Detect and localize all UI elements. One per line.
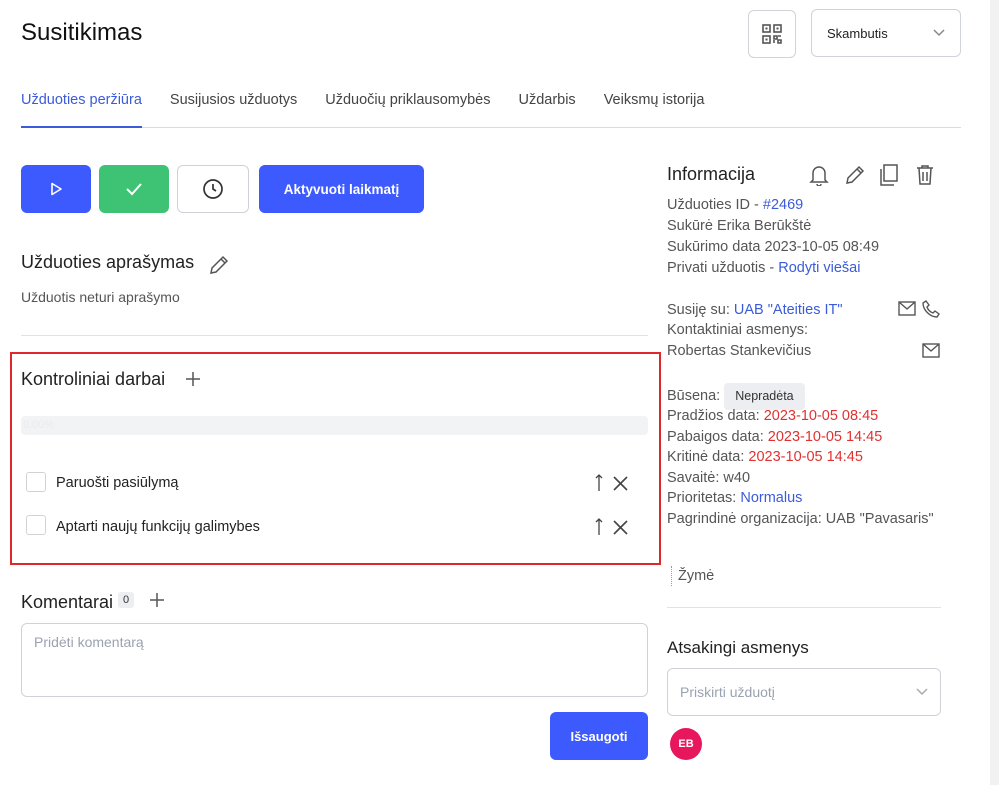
start-date-label: Pradžios data: [667,408,764,424]
plus-icon [184,370,202,388]
checklist-progress-text: 0.00% [23,419,55,431]
section-divider [21,335,648,336]
activate-timer-button[interactable]: Aktyvuoti laikmatį [259,165,424,213]
save-comment-button[interactable]: Išsaugoti [550,712,648,760]
trash-icon[interactable] [915,164,935,186]
priority-label: Prioritetas: [667,490,741,506]
add-comment-button[interactable] [148,591,166,609]
private-task-label: Privati užduotis - [667,260,779,276]
end-date-value: 2023-10-05 14:45 [767,429,883,445]
chevron-down-icon [916,688,928,696]
tab-task-dependencies[interactable]: Užduočių priklausomybės [325,92,490,128]
tag-input[interactable]: Žymė [678,566,714,587]
critical-date-label: Kritinė data: [667,449,749,465]
delete-item-close-icon[interactable] [612,519,629,536]
bell-icon[interactable] [809,164,829,186]
phone-icon[interactable] [922,300,940,318]
main-organization: Pagrindinė organizacija: UAB "Pavasaris" [667,511,934,527]
critical-date-line: Kritinė data: 2023-10-05 14:45 [667,447,863,468]
start-date-value: 2023-10-05 08:45 [763,408,879,424]
delete-item-close-icon[interactable] [612,475,629,492]
assign-task-select[interactable]: Priskirti užduotį [667,668,941,716]
tab-bar: Užduoties peržiūra Susijusios užduotys U… [21,92,961,128]
section-divider [667,607,941,608]
clock-icon [202,178,224,200]
comment-placeholder: Pridėti komentarą [34,634,144,650]
info-heading: Informacija [667,164,756,184]
created-date: Sukūrimo data 2023-10-05 08:49 [667,239,880,255]
pencil-icon[interactable] [844,164,866,186]
tab-related-tasks[interactable]: Susijusios užduotys [170,92,297,128]
end-date-label: Pabaigos data: [667,429,768,445]
task-id-line: Užduoties ID - #2469 [667,195,803,216]
comment-textarea[interactable]: Pridėti komentarą [21,623,648,697]
checklist-heading: Kontroliniai darbai [21,369,166,389]
play-icon [49,182,63,196]
status-label: Būsena: [667,388,725,404]
reorder-handle-icon[interactable] [593,474,605,492]
task-id-link[interactable]: #2469 [763,197,803,213]
task-type-select[interactable]: Skambutis [811,9,961,57]
reorder-handle-icon[interactable] [593,518,605,536]
pencil-icon [208,254,230,276]
task-id-label: Užduoties ID - [667,197,763,213]
contacts-label: Kontaktiniai asmenys: [667,322,809,338]
tag-cursor [671,566,672,586]
related-company-link[interactable]: UAB "Ateities IT" [734,302,843,318]
priority-line: Prioritetas: Normalus [667,488,802,509]
add-checklist-item-button[interactable] [184,370,202,388]
assignees-heading: Atsakingi asmenys [667,638,809,657]
created-by: Sukūrė Erika Berūkštė [667,218,812,234]
contact-name: Robertas Stankevičius [667,343,812,359]
description-text: Užduotis neturi aprašymo [21,289,180,305]
related-label: Susiję su: [667,302,734,318]
related-line: Susiję su: UAB "Ateities IT" [667,300,843,321]
mail-icon[interactable] [922,343,940,358]
task-type-value: Skambutis [827,25,888,41]
complete-button[interactable] [99,165,169,213]
show-public-link[interactable]: Rodyti viešai [778,260,860,276]
page-title: Susitikimas [21,19,143,46]
checkmark-icon [125,182,143,196]
avatar[interactable]: EB [670,728,702,760]
tab-action-history[interactable]: Veiksmų istorija [604,92,705,128]
checklist-item-checkbox[interactable] [26,515,46,535]
qr-code-icon [762,24,782,44]
checklist-item-checkbox[interactable] [26,472,46,492]
checklist-item-label: Aptarti naujų funkcijų galimybes [56,519,260,535]
tab-earnings[interactable]: Uždarbis [518,92,575,128]
comments-heading: Komentarai [21,592,114,612]
week-line: Savaitė: w40 [667,470,751,486]
description-heading: Užduoties aprašymas [21,252,195,272]
checklist-item-label: Paruošti pasiūlymą [56,475,179,491]
start-button[interactable] [21,165,91,213]
tab-task-overview[interactable]: Užduoties peržiūra [21,92,142,128]
priority-value[interactable]: Normalus [740,490,802,506]
chevron-down-icon [933,29,945,37]
time-log-button[interactable] [177,165,249,213]
mail-icon[interactable] [898,301,916,316]
copy-icon[interactable] [879,164,899,186]
qr-code-button[interactable] [748,10,796,58]
assign-task-placeholder: Priskirti užduotį [680,684,775,700]
edit-description-button[interactable] [208,254,230,276]
comments-count-badge: 0 [118,592,135,608]
scrollbar-track[interactable] [990,0,999,785]
end-date-line: Pabaigos data: 2023-10-05 14:45 [667,427,882,448]
checklist-progress-bar: 0.00% [21,416,648,435]
plus-icon [148,591,166,609]
private-task-line: Privati užduotis - Rodyti viešai [667,258,860,279]
start-date-line: Pradžios data: 2023-10-05 08:45 [667,406,878,427]
critical-date-value: 2023-10-05 14:45 [748,449,863,465]
